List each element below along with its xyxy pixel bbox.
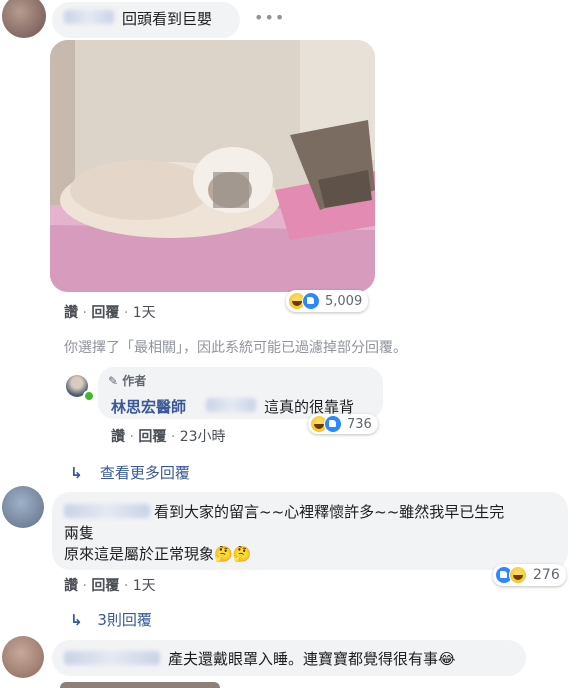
reaction-summary[interactable]: 736: [308, 414, 378, 434]
like-action[interactable]: 讚: [64, 578, 78, 594]
thinking-emoji-icon: 🤔🤔: [214, 545, 252, 563]
commenter-avatar[interactable]: [2, 636, 44, 678]
more-options-icon[interactable]: •••: [254, 8, 285, 27]
timestamp[interactable]: 23小時: [180, 429, 226, 445]
comment-actions: 讚 · 回覆 · 1天: [64, 305, 156, 321]
reaction-count: 5,009: [325, 293, 363, 309]
author-name[interactable]: 林思宏醫師: [111, 396, 186, 417]
like-reaction-icon: [324, 415, 342, 433]
comment-text-line: 兩隻: [64, 524, 95, 542]
timestamp[interactable]: 1天: [133, 578, 156, 594]
reply-actions: 讚 · 回覆 · 23小時: [111, 429, 226, 445]
reply-arrow-icon: ↳: [70, 464, 83, 482]
pen-icon: ✎: [108, 374, 119, 388]
blurred-name: [206, 398, 256, 412]
comment-text-line: 看到大家的留言~~心裡釋懷許多~~雖然我早已生完: [154, 503, 505, 521]
commenter-avatar[interactable]: [2, 486, 44, 528]
reply-action[interactable]: 回覆: [91, 578, 119, 594]
commenter-name[interactable]: [64, 651, 160, 665]
next-photo-edge: [60, 682, 220, 688]
commenter-name[interactable]: [64, 504, 150, 518]
comment-text: 產夫還戴眼罩入睡。連寶寶都覺得很有事😂: [168, 650, 456, 668]
comment-actions: 讚 · 回覆 · 1天: [64, 578, 156, 594]
laughing-emoji-icon: 😂: [438, 650, 456, 668]
reply-action[interactable]: 回覆: [138, 429, 166, 445]
like-action[interactable]: 讚: [64, 305, 78, 321]
baby-sleeping-image: [50, 40, 375, 292]
view-more-replies-link[interactable]: ↳ 查看更多回覆: [70, 462, 190, 483]
reaction-count: 276: [533, 567, 560, 583]
haha-reaction-icon: [509, 566, 527, 584]
online-status-indicator: [83, 390, 95, 402]
reaction-count: 736: [347, 416, 372, 432]
comment-text-line: 原來這是屬於正常現象🤔🤔: [64, 545, 252, 563]
commenter-name[interactable]: [64, 10, 114, 24]
reply-arrow-icon: ↳: [70, 611, 83, 629]
comment-text: 回頭看到巨嬰: [122, 10, 213, 28]
reply-action[interactable]: 回覆: [91, 305, 119, 321]
timestamp[interactable]: 1天: [133, 305, 156, 321]
like-reaction-icon: [302, 292, 320, 310]
reaction-summary[interactable]: 276: [493, 564, 566, 586]
like-action[interactable]: 讚: [111, 429, 125, 445]
reaction-summary[interactable]: 5,009: [286, 290, 369, 312]
author-badge: ✎ 作者: [108, 374, 147, 388]
replies-count-link[interactable]: ↳ 3則回覆: [70, 609, 152, 630]
commenter-avatar[interactable]: [2, 0, 46, 38]
comment-photo[interactable]: [50, 40, 375, 292]
filter-notice: 你選擇了「最相關」，因此系統可能已過濾掉部分回覆。: [64, 340, 407, 356]
